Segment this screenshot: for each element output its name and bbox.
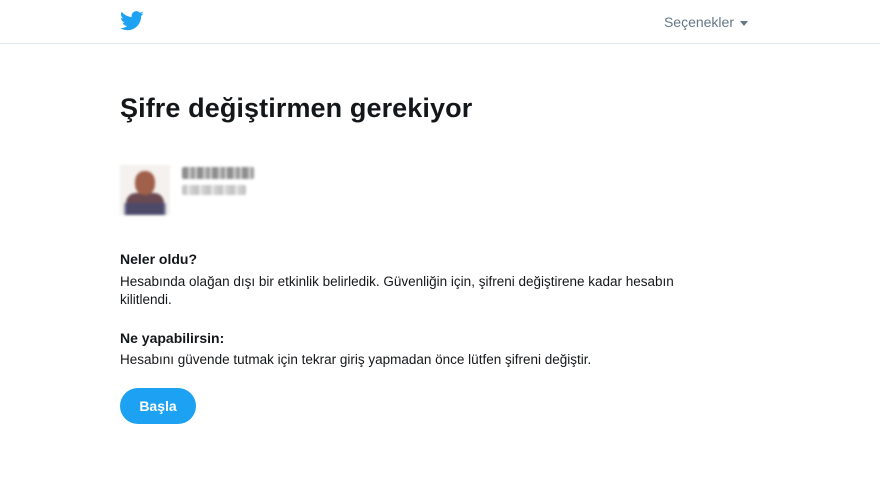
caret-down-icon [740, 20, 748, 26]
options-dropdown[interactable]: Seçenekler [664, 14, 748, 30]
page-title: Şifre değiştirmen gerekiyor [120, 93, 473, 123]
what-happened-text: Hesabında olağan dışı bir etkinlik belir… [120, 273, 740, 309]
avatar [120, 165, 170, 215]
twitter-bird-icon[interactable] [120, 10, 144, 32]
blurred-account-name [182, 167, 254, 179]
what-to-do-text: Hesabını güvende tutmak için tekrar giri… [120, 352, 592, 367]
start-button[interactable]: Başla [120, 388, 196, 424]
what-happened-line-2: kilitlendi. [120, 292, 172, 307]
what-happened-line-1: Hesabında olağan dışı bir etkinlik belir… [120, 274, 674, 289]
options-label[interactable]: Seçenekler [664, 14, 734, 30]
account-card [120, 160, 320, 220]
blurred-account-handle [182, 185, 246, 195]
what-to-do-heading: Ne yapabilirsin: [120, 330, 225, 346]
what-happened-heading: Neler oldu? [120, 251, 198, 267]
top-navigation-bar: Seçenekler [0, 0, 880, 44]
